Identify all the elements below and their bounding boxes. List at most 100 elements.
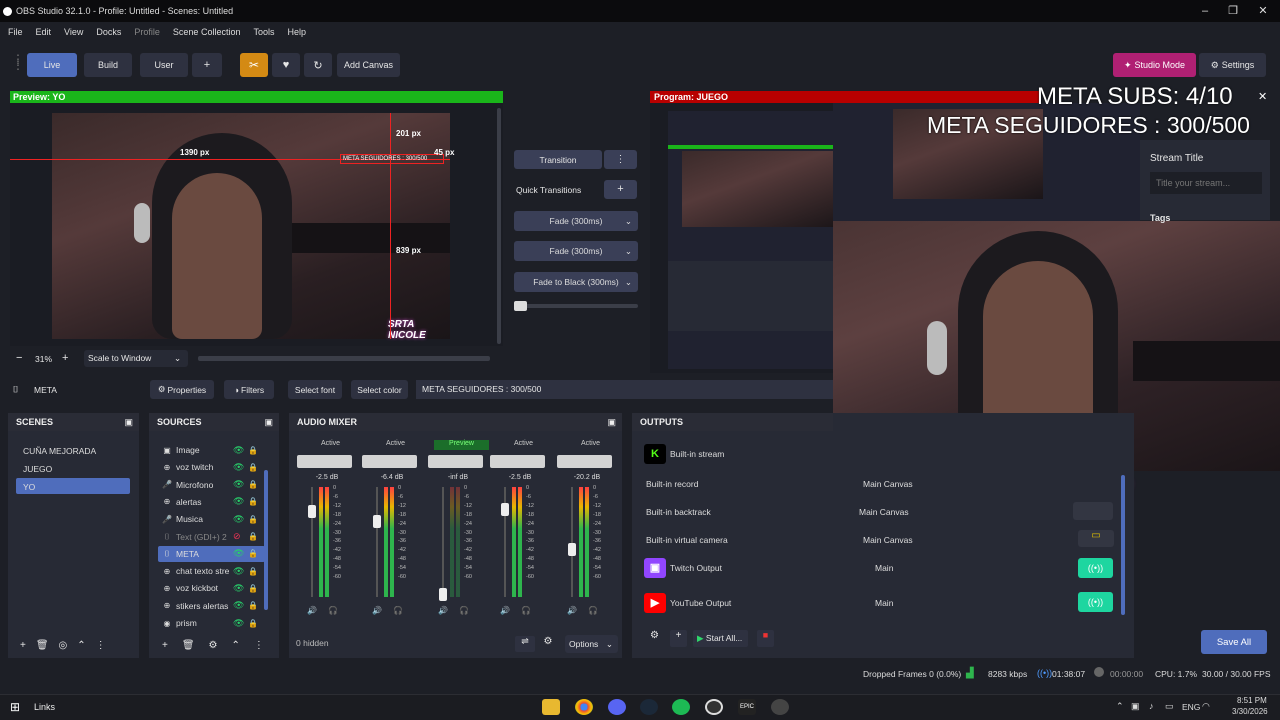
taskbar-links[interactable]: Links bbox=[34, 702, 55, 712]
channel-source-select[interactable] bbox=[557, 455, 612, 468]
windows-start-icon[interactable]: ⊞ bbox=[10, 700, 20, 714]
lock-icon[interactable]: 🔒 bbox=[248, 515, 258, 524]
gear-icon[interactable]: ⚙ bbox=[540, 636, 556, 652]
stream-title-input[interactable] bbox=[1150, 172, 1262, 194]
taskbar-date[interactable]: 3/30/2026 bbox=[1232, 707, 1268, 716]
speaker-icon[interactable]: 🔊 bbox=[372, 606, 385, 615]
speaker-icon[interactable]: 🔊 bbox=[567, 606, 580, 615]
output-row[interactable]: Built-in record bbox=[646, 474, 698, 494]
add-canvas-button[interactable]: Add Canvas bbox=[337, 53, 400, 77]
select-font-button[interactable]: Select font bbox=[288, 380, 342, 399]
visibility-eye-icon[interactable]: 👁 bbox=[233, 479, 244, 490]
user-button[interactable]: User bbox=[140, 53, 188, 77]
zoom-in-button[interactable]: + bbox=[62, 352, 68, 364]
speaker-icon[interactable]: 🔊 bbox=[438, 606, 451, 615]
trash-icon[interactable]: 🗑 bbox=[36, 640, 49, 651]
tray-chevron-icon[interactable]: ⌃ bbox=[1116, 701, 1124, 712]
visibility-eye-icon[interactable]: 👁 bbox=[233, 496, 244, 507]
discord-icon[interactable] bbox=[608, 699, 626, 715]
source-item[interactable]: 🎤 Microfono 👁 🔒 bbox=[158, 477, 266, 493]
lock-icon[interactable]: 🔒 bbox=[248, 446, 258, 455]
filters-button[interactable]: ◑ Filters bbox=[224, 380, 274, 399]
lock-icon[interactable]: 🔒 bbox=[248, 619, 258, 628]
source-item[interactable]: ⊕ alertas 👁 🔒 bbox=[158, 494, 266, 510]
add-source-icon[interactable]: + bbox=[162, 640, 168, 651]
headphones-icon[interactable]: 🎧 bbox=[328, 606, 341, 615]
headphones-icon[interactable]: 🎧 bbox=[393, 606, 406, 615]
source-item[interactable]: ▣ Image 👁 🔒 bbox=[158, 442, 266, 458]
close-dock-icon[interactable]: ✕ bbox=[1258, 90, 1267, 103]
obs-taskbar-icon[interactable] bbox=[705, 699, 723, 715]
backtrack-toggle[interactable] bbox=[1073, 502, 1113, 520]
output-row[interactable]: K Built-in stream bbox=[644, 444, 724, 464]
visibility-eye-icon[interactable]: 👁 bbox=[233, 462, 244, 473]
lock-icon[interactable]: 🔒 bbox=[248, 567, 258, 576]
sources-scrollbar[interactable] bbox=[264, 470, 268, 610]
visibility-eye-icon[interactable]: 👁 bbox=[233, 600, 244, 611]
undock-icon[interactable]: ▣ bbox=[607, 417, 616, 428]
lock-icon[interactable]: 🔒 bbox=[248, 549, 258, 558]
heart-icon[interactable]: ♥ bbox=[272, 53, 300, 77]
quick-transition-fade-1[interactable]: Fade (300ms) ⌄ bbox=[514, 211, 638, 231]
headphones-icon[interactable]: 🎧 bbox=[521, 606, 534, 615]
select-color-button[interactable]: Select color bbox=[351, 380, 408, 399]
spotify-icon[interactable] bbox=[672, 699, 690, 715]
taskbar-time[interactable]: 8:51 PM bbox=[1237, 696, 1267, 705]
up-arrow-icon[interactable]: ⌃ bbox=[232, 640, 240, 651]
add-scene-icon[interactable]: + bbox=[20, 640, 26, 651]
preview-scrollbar-h[interactable] bbox=[198, 356, 490, 361]
save-all-button[interactable]: Save All bbox=[1201, 630, 1267, 654]
language-indicator[interactable]: ENG bbox=[1182, 702, 1200, 712]
menu-help[interactable]: Help bbox=[287, 27, 306, 37]
maximize-icon[interactable]: ❐ bbox=[1218, 0, 1248, 22]
channel-source-select[interactable] bbox=[362, 455, 417, 468]
gear-icon[interactable]: ⚙ bbox=[209, 640, 218, 651]
undock-icon[interactable]: ▣ bbox=[264, 417, 273, 428]
live-button[interactable]: Live bbox=[27, 53, 77, 77]
headphones-icon[interactable]: 🎧 bbox=[588, 606, 601, 615]
tray-wifi-icon[interactable]: ◠ bbox=[1202, 701, 1210, 712]
twitch-output-toggle[interactable]: ((•)) bbox=[1078, 558, 1113, 578]
filter-icon[interactable]: ◎ bbox=[59, 640, 68, 651]
scene-item-juego[interactable]: JUEGO bbox=[23, 464, 52, 474]
visibility-eye-icon[interactable]: 👁 bbox=[233, 445, 244, 456]
obs-secondary-icon[interactable] bbox=[771, 699, 789, 715]
volume-fader-handle[interactable] bbox=[439, 588, 447, 601]
youtube-output-toggle[interactable]: ((•)) bbox=[1078, 592, 1113, 612]
visibility-eye-icon[interactable]: 👁 bbox=[233, 566, 244, 577]
visibility-eye-icon[interactable]: 👁 bbox=[233, 583, 244, 594]
source-item[interactable]: ⊕ stikers alertas 👁 🔒 bbox=[158, 598, 266, 614]
up-arrow-icon[interactable]: ⌃ bbox=[77, 640, 85, 651]
headphones-icon[interactable]: 🎧 bbox=[459, 606, 472, 615]
tray-network-icon[interactable]: ▣ bbox=[1131, 701, 1140, 712]
studio-mode-button[interactable]: ✦ Studio Mode bbox=[1113, 53, 1196, 77]
file-explorer-icon[interactable] bbox=[542, 699, 560, 715]
speaker-icon[interactable]: 🔊 bbox=[500, 606, 513, 615]
gear-icon[interactable]: ⚙ bbox=[646, 630, 663, 647]
output-row[interactable]: ▣ Twitch Output bbox=[644, 558, 722, 578]
source-item[interactable]: 🎤 Musica 👁 🔒 bbox=[158, 511, 266, 527]
context-text-field[interactable]: META SEGUIDORES : 300/500 bbox=[416, 380, 833, 399]
preview-canvas[interactable]: SRTA NICOLE META SEGUIDORES : 300/500 13… bbox=[10, 103, 503, 346]
add-quick-transition-button[interactable]: + bbox=[604, 180, 637, 199]
menu-edit[interactable]: Edit bbox=[36, 27, 52, 37]
add-output-icon[interactable]: + bbox=[670, 630, 687, 647]
stop-all-icon[interactable]: ■ bbox=[757, 630, 774, 647]
volume-fader-handle[interactable] bbox=[308, 505, 316, 518]
refresh-icon[interactable]: ↻ bbox=[304, 53, 332, 77]
epic-games-icon[interactable]: EPIC bbox=[738, 699, 756, 715]
build-button[interactable]: Build bbox=[84, 53, 132, 77]
scale-mode-select[interactable]: Scale to Window ⌄ bbox=[84, 350, 188, 367]
quick-transition-fade-2[interactable]: Fade (300ms) ⌄ bbox=[514, 241, 638, 261]
source-item[interactable]: ⊕ voz kickbot 👁 🔒 bbox=[158, 580, 266, 596]
lock-icon[interactable]: 🔒 bbox=[248, 480, 258, 489]
menu-file[interactable]: File bbox=[8, 27, 23, 37]
mixer-layout-icon[interactable]: ⇌ bbox=[515, 636, 535, 652]
tray-speaker-icon[interactable]: ♪ bbox=[1149, 701, 1154, 711]
visibility-eye-icon[interactable]: ⊘ bbox=[233, 531, 241, 542]
source-item[interactable]: ◉ prism 👁 🔒 bbox=[158, 615, 266, 631]
preview-scrollbar-v[interactable] bbox=[497, 108, 501, 344]
lock-icon[interactable]: 🔒 bbox=[248, 584, 258, 593]
more-icon[interactable]: ⋮ bbox=[254, 640, 264, 651]
lock-icon[interactable]: 🔒 bbox=[248, 497, 258, 506]
